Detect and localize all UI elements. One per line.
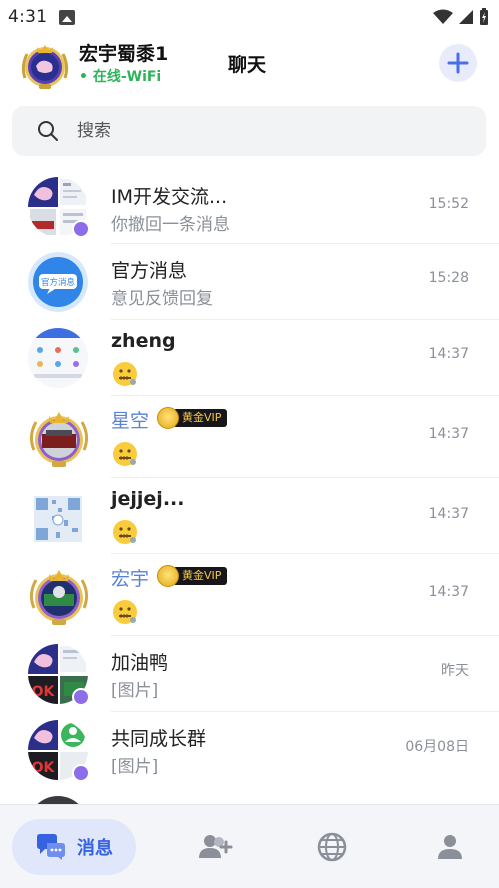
conversation-row[interactable]: 宏宇 黄金VIP 14:37	[0, 554, 499, 636]
conversation-title: 官方消息	[111, 260, 188, 282]
vip-avatar	[28, 564, 89, 625]
conversation-row[interactable]: 星空 黄金VIP 14:37	[0, 396, 499, 478]
nav-messages[interactable]: 消息	[12, 819, 136, 875]
conversation-row[interactable]: OK 共同成长群 [图片] 06月08日	[0, 712, 499, 788]
globe-icon	[317, 832, 347, 862]
app-header: 宏宇蜀黍1 • 在线-WiFi 聊天	[0, 34, 499, 94]
zipper-mouth-emoji-icon	[113, 520, 137, 544]
search-icon	[38, 121, 58, 141]
group-badge-icon	[72, 220, 90, 238]
svg-text:OK: OK	[32, 760, 56, 776]
search-bar[interactable]	[12, 106, 486, 156]
vip-badge: 黄金VIP	[157, 565, 228, 587]
nav-messages-label: 消息	[77, 838, 113, 859]
nav-contacts[interactable]	[194, 819, 238, 875]
conversation-preview: [图片]	[111, 681, 159, 701]
conversation-time: 14:37	[428, 506, 469, 522]
conversation-row[interactable]: zheng 14:37	[0, 320, 499, 396]
conversation-time: 06月08日	[405, 739, 469, 755]
add-friend-icon	[199, 835, 233, 858]
zipper-mouth-emoji-icon	[113, 600, 137, 624]
conversation-time: 昨天	[441, 663, 469, 679]
conversation-list[interactable]: IM开发交流... 你撤回一条消息 15:52 官方消息 官方消息 意见反馈回复…	[0, 168, 499, 856]
conversation-title: zheng	[111, 330, 176, 352]
vip-crown-icon	[157, 407, 179, 429]
official-avatar-label: 官方消息	[41, 277, 76, 288]
nav-profile[interactable]	[428, 819, 472, 875]
zipper-mouth-emoji-icon	[113, 442, 137, 466]
conversation-time: 15:28	[428, 270, 469, 286]
chat-screen: 4:31 宏宇蜀黍1 • 在线-WiFi 聊天 搜索 IM开发交流... 你撤回…	[0, 0, 499, 888]
chat-bubbles-icon	[37, 834, 65, 860]
conversation-row[interactable]: OK 加油鸭 [图片] 昨天	[0, 636, 499, 712]
conversation-row[interactable]: 官方消息 官方消息 意见反馈回复 15:28	[0, 244, 499, 320]
vip-crown-icon	[157, 565, 179, 587]
signal-icon	[459, 10, 473, 24]
conversation-preview: [图片]	[111, 757, 159, 777]
vip-badge-label: 黄金VIP	[173, 567, 228, 585]
my-username: 宏宇蜀黍1	[79, 43, 169, 65]
status-time: 4:31	[8, 7, 48, 27]
conversation-time: 14:37	[428, 426, 469, 442]
conversation-time: 14:37	[428, 346, 469, 362]
bottom-nav: 消息	[0, 804, 499, 888]
plus-icon	[447, 52, 469, 74]
vip-badge-label: 黄金VIP	[173, 409, 228, 427]
conversation-title: 加油鸭	[111, 652, 169, 674]
conversation-title: jejjej...	[111, 488, 185, 510]
online-status: • 在线-WiFi	[79, 69, 162, 85]
group-badge-icon	[72, 764, 90, 782]
official-avatar: 官方消息	[28, 252, 88, 312]
wifi-icon	[433, 9, 453, 24]
status-bar: 4:31	[0, 0, 499, 34]
conversation-title: IM开发交流...	[111, 186, 228, 208]
conversation-title: 宏宇	[111, 568, 150, 590]
search-input[interactable]	[77, 121, 437, 141]
user-avatar	[28, 328, 88, 388]
battery-icon	[480, 8, 488, 25]
conversation-title: 共同成长群	[111, 728, 207, 750]
user-avatar	[28, 486, 88, 546]
conversation-row[interactable]: jejjej... 14:37	[0, 478, 499, 554]
conversation-preview: 你撤回一条消息	[111, 215, 230, 235]
conversation-title: 星空	[111, 410, 150, 432]
person-icon	[438, 835, 462, 859]
conversation-time: 14:37	[428, 584, 469, 600]
add-button[interactable]	[439, 44, 477, 82]
vip-avatar	[28, 406, 89, 467]
gallery-notification-icon	[59, 9, 76, 25]
conversation-row[interactable]: IM开发交流... 你撤回一条消息 15:52	[0, 168, 499, 244]
svg-text:OK: OK	[32, 684, 56, 700]
conversation-time: 15:52	[428, 196, 469, 212]
nav-discover[interactable]	[310, 819, 354, 875]
page-title: 聊天	[228, 54, 267, 76]
my-avatar[interactable]	[19, 40, 71, 92]
zipper-mouth-emoji-icon	[113, 362, 137, 386]
group-badge-icon	[72, 688, 90, 706]
conversation-preview: 意见反馈回复	[111, 289, 213, 309]
vip-badge: 黄金VIP	[157, 407, 228, 429]
